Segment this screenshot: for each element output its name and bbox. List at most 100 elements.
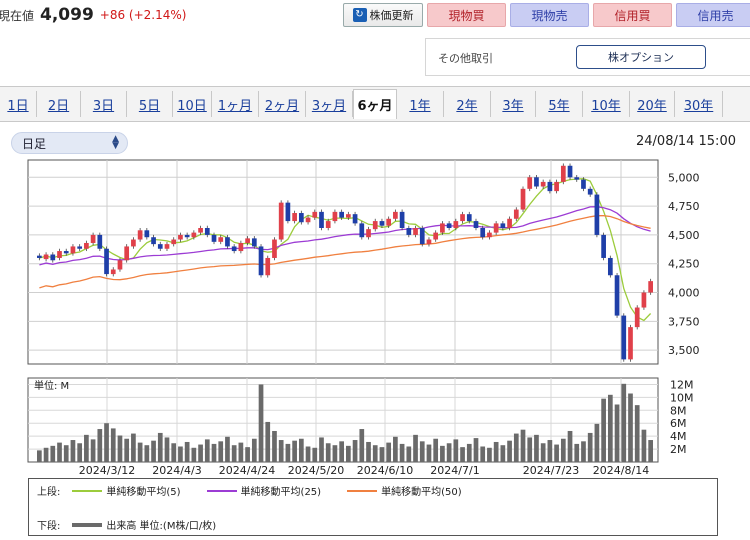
- volume-bar: [440, 445, 445, 462]
- volume-bar: [601, 398, 606, 462]
- volume-bar: [426, 444, 432, 462]
- volume-bar: [493, 441, 499, 462]
- candle-body: [460, 214, 465, 222]
- volume-bar: [628, 393, 633, 462]
- candle-body: [137, 230, 143, 240]
- volume-bar: [325, 443, 331, 462]
- volume-bar: [285, 443, 291, 462]
- candle-body: [171, 239, 177, 245]
- candle-body: [406, 228, 412, 235]
- legend-upper-label: 上段:: [37, 487, 61, 498]
- candle-body: [278, 202, 284, 240]
- volume-bar: [157, 432, 163, 462]
- candle-body: [574, 177, 580, 180]
- volume-bar: [648, 440, 653, 462]
- volume-tick-label: 12M: [670, 378, 694, 391]
- volume-bar: [500, 445, 506, 462]
- candle-body: [607, 257, 613, 276]
- volume-bar: [607, 394, 613, 462]
- candle-body: [178, 234, 183, 240]
- candle-body: [204, 228, 210, 235]
- volume-bar: [567, 430, 573, 462]
- candle-body: [628, 327, 633, 360]
- volume-bar: [151, 440, 156, 462]
- candle-body: [258, 246, 264, 276]
- volume-bar: [211, 443, 217, 462]
- date-tick-label: 2024/5/20: [288, 464, 344, 477]
- volume-bar: [251, 438, 257, 462]
- candle-body: [480, 228, 486, 238]
- volume-bar: [460, 447, 465, 462]
- volume-bar: [587, 432, 593, 462]
- volume-bar: [43, 447, 49, 462]
- candle-body: [346, 214, 351, 218]
- volume-bar: [466, 443, 472, 462]
- volume-bar: [278, 440, 284, 462]
- volume-swatch: [72, 522, 103, 527]
- candle-body: [251, 238, 257, 247]
- volume-bar: [191, 447, 197, 462]
- volume-bar: [372, 445, 378, 462]
- volume-bar: [359, 429, 365, 462]
- legend-volume: 出来高 単位:(M株/口/枚): [72, 517, 216, 532]
- candle-body: [413, 228, 418, 235]
- volume-bar: [332, 445, 338, 462]
- candle-body: [292, 213, 297, 222]
- candle-body: [157, 244, 163, 249]
- candle-body: [124, 246, 130, 261]
- chart-legend: 上段: 単純移動平均(5) 単純移動平均(25) 単純移動平均(50) 下段: …: [28, 478, 718, 536]
- volume-bar: [272, 430, 277, 462]
- legend-lower-row: 下段: 出来高 単位:(M株/口/枚): [37, 517, 238, 532]
- candle-body: [305, 217, 311, 223]
- volume-bar: [231, 445, 237, 462]
- date-tick-label: 2024/7/23: [523, 464, 579, 477]
- volume-bar: [171, 443, 177, 462]
- candle-body: [332, 211, 338, 222]
- volume-bar: [319, 437, 324, 462]
- candle-body: [547, 181, 553, 192]
- legend-ma5-label: 単純移動平均(5): [106, 487, 181, 498]
- candle-body: [581, 179, 586, 189]
- candle-body: [621, 315, 627, 360]
- candle-body: [433, 232, 439, 240]
- volume-bar: [97, 429, 103, 462]
- candle-body: [164, 244, 170, 249]
- candle-body: [238, 242, 244, 252]
- candle-body: [527, 177, 533, 189]
- candle-body: [231, 246, 237, 252]
- volume-bar: [77, 443, 83, 462]
- candle-body: [446, 223, 452, 228]
- legend-ma50: 単純移動平均(50): [347, 483, 462, 498]
- date-tick-label: 2024/4/3: [152, 464, 201, 477]
- volume-bar: [487, 447, 492, 462]
- volume-bar: [419, 441, 425, 462]
- price-tick-label: 3,500: [668, 344, 700, 357]
- candle-body: [285, 202, 291, 222]
- candle-body: [440, 223, 445, 233]
- candle-body: [540, 181, 546, 187]
- candle-body: [43, 254, 49, 260]
- volume-bar: [560, 438, 566, 462]
- volume-bar: [534, 434, 539, 462]
- volume-bar: [339, 441, 344, 462]
- volume-bar: [164, 437, 170, 462]
- date-tick-label: 2024/8/14: [593, 464, 649, 477]
- ma25-swatch: [206, 489, 237, 492]
- candle-body: [225, 237, 230, 247]
- volume-bar: [386, 442, 392, 462]
- price-tick-label: 4,500: [668, 229, 700, 242]
- candle-body: [386, 218, 392, 226]
- date-tick-label: 2024/6/10: [357, 464, 413, 477]
- candle-body: [453, 221, 459, 228]
- candle-body: [520, 188, 526, 210]
- price-tick-label: 4,000: [668, 287, 700, 300]
- candle-body: [70, 246, 76, 254]
- volume-bar: [507, 440, 512, 462]
- candle-body: [513, 209, 519, 219]
- candle-body: [614, 275, 620, 316]
- volume-bar: [446, 443, 452, 462]
- candle-body: [218, 237, 224, 242]
- candle-body: [90, 234, 96, 243]
- candle-body: [473, 221, 479, 228]
- volume-bar: [298, 438, 304, 462]
